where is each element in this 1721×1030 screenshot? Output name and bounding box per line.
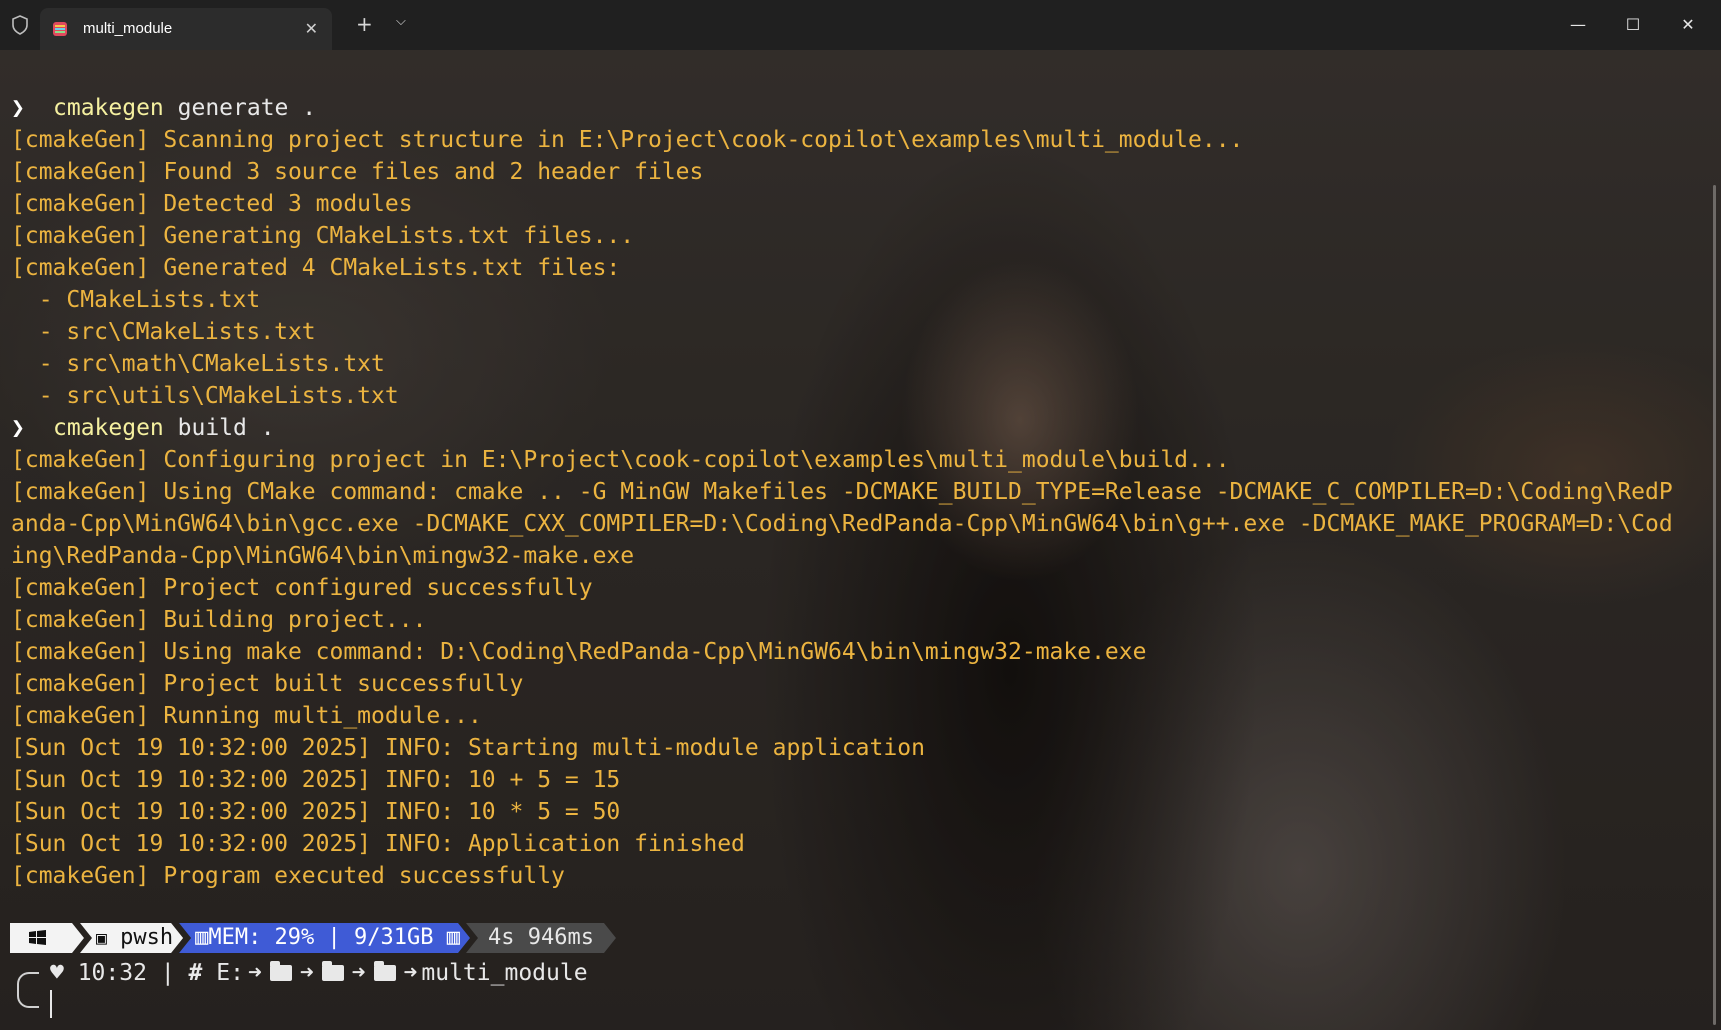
folder-icon [269,961,292,981]
arrow-right-icon: ➜ [403,960,418,986]
output-line: - src\math\CMakeLists.txt [11,351,385,377]
output-line: [cmakeGen] Using make command: D:\Coding… [11,639,1147,665]
chip-icon: ▥ [195,925,209,950]
output-line: [cmakeGen] Configuring project in E:\Pro… [11,447,1230,473]
output-line: [cmakeGen] Using CMake command: cmake ..… [11,479,1673,505]
output-line: [cmakeGen] Scanning project structure in… [11,127,1244,153]
prompt-path-line: ♥ 10:32 | # E: ➜ ➜ ➜ ➜ multi_module [50,957,588,989]
output-line: [Sun Oct 19 10:32:00 2025] INFO: 10 * 5 … [11,799,621,825]
command-line: ❯ cmakegen build . [11,412,1711,444]
shield-icon [12,15,28,35]
output-line: - CMakeLists.txt [11,287,261,313]
output-line: ing\RedPanda-Cpp\MinGW64\bin\mingw32-mak… [11,543,635,569]
text-cursor[interactable] [50,990,52,1018]
clock-text: 10:32 [77,960,147,986]
new-tab-button[interactable]: + [356,12,373,36]
tab-title: multi_module [83,20,173,37]
heart-icon: ♥ [50,960,78,986]
output-line: [Sun Oct 19 10:32:00 2025] INFO: Applica… [11,831,745,857]
memory-segment: ▥MEM: 29% | 9/31GB ▥ [179,923,470,953]
terminal-prompt-icon: ▣ [96,928,107,949]
prompt-chevron-icon: ❯ [11,415,25,441]
arrow-right-icon: ➜ [247,960,262,986]
output-line: [cmakeGen] Generated 4 CMakeLists.txt fi… [11,255,621,281]
output-line: [cmakeGen] Generating CMakeLists.txt fil… [11,223,635,249]
folder-icon [373,961,396,981]
duration-segment: 4s 946ms [466,923,616,953]
hash-icon: # [188,960,203,986]
terminal-output[interactable]: ❯ cmakegen generate . [cmakeGen] Scanning … [11,92,1711,892]
command-args: generate . [163,95,317,121]
arrow-right-icon: ➜ [351,960,366,986]
folder-name: multi_module [421,960,588,986]
separator: | [160,960,175,986]
output-line: - src\utils\CMakeLists.txt [11,383,399,409]
prompt-segments: ▣ pwsh ▥MEM: 29% | 9/31GB ▥ 4s 946ms [10,923,612,953]
command-line: ❯ cmakegen generate . [11,92,1711,124]
output-line: anda-Cpp\MinGW64\bin\gcc.exe -DCMAKE_CXX… [11,511,1673,537]
output-line: [Sun Oct 19 10:32:00 2025] INFO: Startin… [11,735,925,761]
output-line: [cmakeGen] Detected 3 modules [11,191,413,217]
arrow-right-icon: ➜ [299,960,314,986]
terminal-icon [53,22,67,36]
minimize-button[interactable]: — [1555,10,1601,40]
output-line: [Sun Oct 19 10:32:00 2025] INFO: 10 + 5 … [11,767,621,793]
drive-text: E: [216,960,244,986]
os-segment [10,923,84,953]
close-window-button[interactable]: ✕ [1665,10,1711,40]
prompt-corner [17,972,39,1008]
output-line: - src\CMakeLists.txt [11,319,316,345]
scrollbar[interactable] [1713,185,1716,1025]
shell-segment: ▣ pwsh [80,923,183,953]
command-args: build . [163,415,275,441]
prompt-chevron-icon: ❯ [11,95,25,121]
command-name: cmakegen [53,415,164,441]
maximize-button[interactable]: ☐ [1610,10,1656,40]
output-line: [cmakeGen] Building project... [11,607,427,633]
output-line: [cmakeGen] Found 3 source files and 2 he… [11,159,704,185]
command-name: cmakegen [53,95,164,121]
windows-icon [28,929,48,947]
output-line: [cmakeGen] Running multi_module... [11,703,482,729]
chip-icon: ▥ [433,925,460,950]
close-tab-icon[interactable]: ✕ [305,19,318,38]
chevron-down-icon[interactable]: ⌵ [396,14,406,29]
folder-icon [321,961,344,981]
output-line: [cmakeGen] Project built successfully [11,671,524,697]
title-bar: multi_module ✕ + ⌵ — ☐ ✕ [0,0,1721,50]
tab-multi-module[interactable]: multi_module ✕ [40,8,332,50]
memory-text: MEM: 29% | 9/31GB [208,925,434,950]
duration-text: 4s 946ms [488,925,594,950]
output-line: [cmakeGen] Project configured successful… [11,575,593,601]
shell-name: pwsh [120,925,174,950]
output-line: [cmakeGen] Program executed successfully [11,863,565,889]
